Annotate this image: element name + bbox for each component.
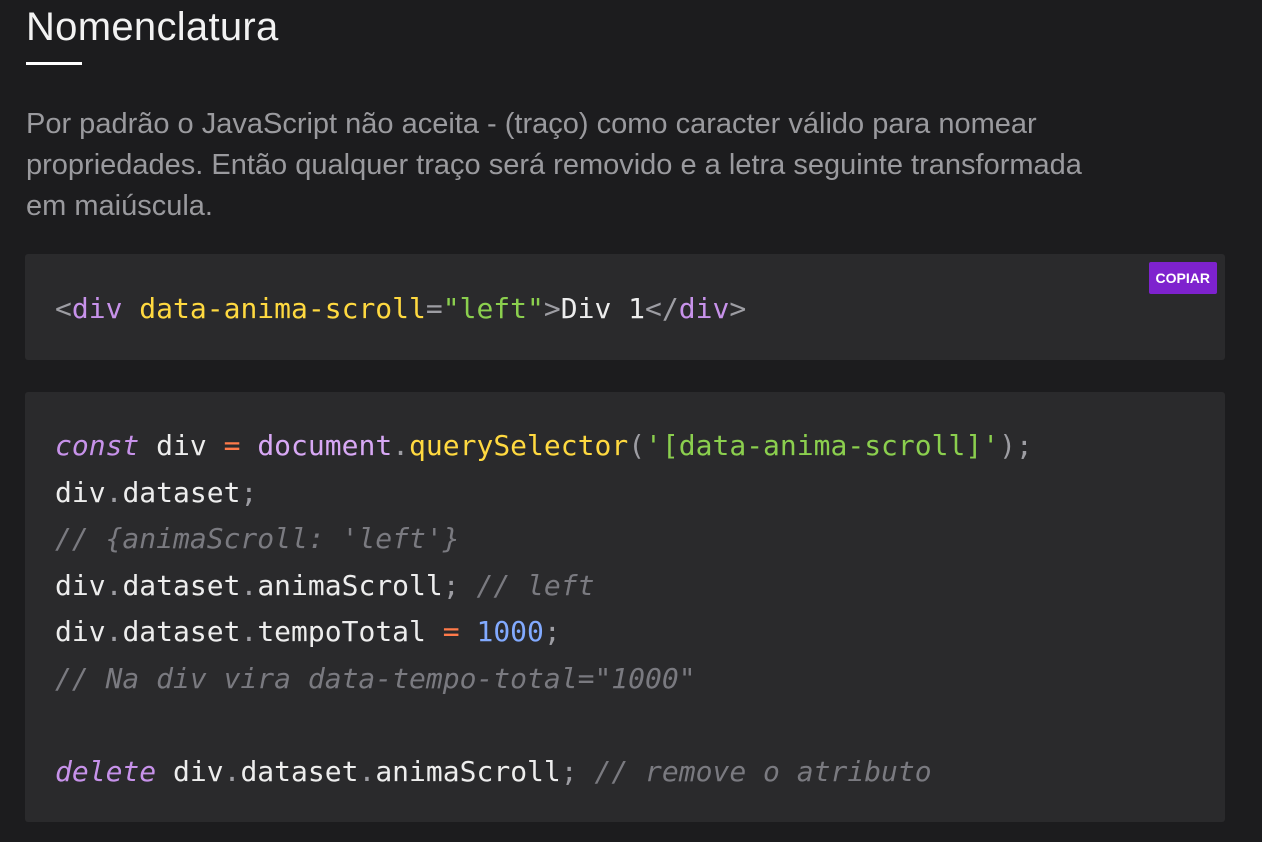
token: dataset xyxy=(240,754,359,788)
code-line: delete div.dataset.animaScroll; // remov… xyxy=(55,755,932,788)
code-content: <div data-anima-scroll="left">Div 1</div… xyxy=(55,286,746,333)
token: dataset xyxy=(122,568,241,602)
token: dataset xyxy=(122,475,241,509)
token: document xyxy=(257,429,393,462)
code-line: const div = document.querySelector('[dat… xyxy=(55,429,1033,462)
token: ; xyxy=(240,475,258,509)
token: Div 1 xyxy=(560,292,646,325)
token: div xyxy=(55,568,106,602)
token: < xyxy=(55,292,72,325)
title-underline xyxy=(26,62,82,65)
token: // left xyxy=(459,568,595,602)
token: . xyxy=(223,754,241,788)
token: const xyxy=(55,429,140,462)
token: ; xyxy=(543,615,561,648)
token: querySelector xyxy=(409,429,629,462)
token: . xyxy=(105,568,123,602)
token: ; xyxy=(560,754,578,788)
token: animaScroll xyxy=(257,568,443,602)
copy-button[interactable]: COPIAR xyxy=(1148,262,1217,294)
token: . xyxy=(105,475,123,509)
token: 1000 xyxy=(476,615,544,648)
token: ( xyxy=(628,429,646,462)
code-content: const div = document.querySelector('[dat… xyxy=(55,423,1033,795)
token: "left" xyxy=(442,292,544,325)
token: // Na div vira data-tempo-total="1000" xyxy=(55,661,696,695)
code-line: div.dataset; xyxy=(55,476,257,509)
token: div xyxy=(156,754,224,788)
token: // {animaScroll: 'left'} xyxy=(55,522,460,555)
token: animaScroll xyxy=(375,754,561,788)
token: . xyxy=(240,568,258,602)
token: div xyxy=(71,292,123,325)
token: ); xyxy=(999,429,1033,462)
code-line: div.dataset.tempoTotal = 1000; xyxy=(55,615,561,648)
token: . xyxy=(392,429,410,462)
token: '[data-anima-scroll]' xyxy=(645,429,1000,462)
code-line: <div data-anima-scroll="left">Div 1</div… xyxy=(55,292,746,325)
token: // remove o atributo xyxy=(577,754,932,788)
token: data-anima-scroll xyxy=(139,292,426,325)
code-line: // {animaScroll: 'left'} xyxy=(55,522,460,555)
token: > xyxy=(543,292,561,325)
token: = xyxy=(442,615,460,648)
token: tempoTotal xyxy=(257,615,426,648)
section-title: Nomenclatura xyxy=(26,5,279,49)
code-block-html: COPIAR <div data-anima-scroll="left">Div… xyxy=(25,254,1225,360)
token: div xyxy=(55,615,106,648)
token: = xyxy=(223,429,241,462)
token: > xyxy=(729,292,747,325)
page: Nomenclatura Por padrão o JavaScript não… xyxy=(0,0,1262,842)
section-description: Por padrão o JavaScript não aceita - (tr… xyxy=(26,108,1082,222)
token: div xyxy=(55,475,106,509)
token: . xyxy=(105,615,123,648)
token: ; xyxy=(442,568,460,602)
code-line: div.dataset.animaScroll; // left xyxy=(55,569,594,602)
code-line: // Na div vira data-tempo-total="1000" xyxy=(55,662,696,695)
code-block-js: const div = document.querySelector('[dat… xyxy=(25,392,1225,822)
token: . xyxy=(358,754,376,788)
token: div xyxy=(678,292,730,325)
token: . xyxy=(240,615,258,648)
token: delete xyxy=(55,754,157,788)
token: dataset xyxy=(122,615,241,648)
token: </ xyxy=(645,292,679,325)
token: div xyxy=(139,429,224,462)
token: = xyxy=(425,292,443,325)
